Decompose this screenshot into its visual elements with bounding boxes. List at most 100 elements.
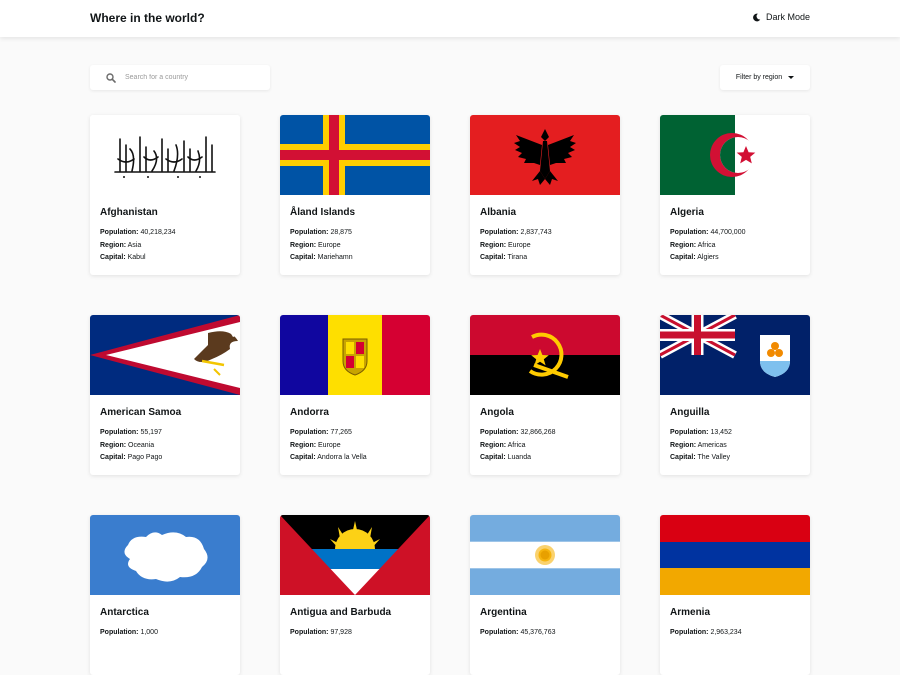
capital-info: Capital: Kabul — [100, 254, 146, 261]
country-card[interactable]: Anguilla Population: 13,452 Region: Amer… — [660, 315, 810, 475]
country-card[interactable]: Albania Population: 2,837,743 Region: Eu… — [470, 115, 620, 275]
albania-flag — [470, 115, 620, 195]
armenia-flag — [660, 515, 810, 595]
population-info: Population: 32,866,268 — [480, 429, 556, 436]
country-card[interactable]: Afghanistan Population: 40,218,234 Regio… — [90, 115, 240, 275]
population-info: Population: 55,197 — [100, 429, 162, 436]
region-filter-label: Filter by region — [735, 74, 783, 81]
capital-value: Tirana — [507, 254, 528, 261]
capital-label: Capital: — [670, 454, 696, 461]
country-name: Anguilla — [670, 407, 710, 418]
country-name: Antarctica — [100, 607, 149, 618]
population-value: 2,963,234 — [710, 629, 742, 636]
country-card[interactable]: Angola Population: 32,866,268 Region: Af… — [470, 315, 620, 475]
country-card[interactable]: Antarctica Population: 1,000 — [90, 515, 240, 675]
population-label: Population: — [100, 229, 139, 236]
capital-info: Capital: Algiers — [670, 254, 719, 261]
region-label: Region: — [290, 442, 317, 449]
dark-mode-toggle[interactable]: Dark Mode — [752, 12, 810, 22]
region-value: Asia — [127, 242, 142, 249]
population-info: Population: 97,928 — [290, 629, 352, 636]
region-label: Region: — [670, 442, 697, 449]
population-value: 2,837,743 — [520, 229, 552, 236]
population-label: Population: — [480, 229, 519, 236]
population-info: Population: 13,452 — [670, 429, 732, 436]
capital-label: Capital: — [480, 254, 506, 261]
country-card[interactable]: Argentina Population: 45,376,763 — [470, 515, 620, 675]
capital-value: The Valley — [697, 454, 731, 461]
country-card[interactable]: Åland Islands Population: 28,875 Region:… — [280, 115, 430, 275]
population-label: Population: — [670, 229, 709, 236]
country-name: American Samoa — [100, 407, 182, 418]
population-info: Population: 28,875 — [290, 229, 352, 236]
country-card[interactable]: Armenia Population: 2,963,234 — [660, 515, 810, 675]
population-label: Population: — [100, 629, 139, 636]
capital-info: Capital: Pago Pago — [100, 454, 162, 461]
population-label: Population: — [290, 629, 329, 636]
region-info: Region: Africa — [480, 442, 526, 449]
antigua-flag — [280, 515, 430, 595]
moon-icon — [753, 13, 761, 21]
population-info: Population: 40,218,234 — [100, 229, 176, 236]
american-samoa-flag — [90, 315, 240, 395]
region-value: Americas — [697, 442, 727, 449]
search-input[interactable] — [125, 74, 255, 81]
region-info: Region: Europe — [290, 442, 341, 449]
region-value: Europe — [318, 442, 341, 449]
region-label: Region: — [670, 242, 697, 249]
region-value: Oceania — [128, 442, 155, 449]
search-icon — [106, 72, 116, 83]
population-value: 40,218,234 — [140, 229, 176, 236]
argentina-flag — [470, 515, 620, 595]
region-label: Region: — [290, 242, 317, 249]
country-name: Albania — [480, 207, 517, 218]
region-value: Europe — [508, 242, 531, 249]
dark-mode-label: Dark Mode — [765, 12, 810, 22]
afghanistan-flag — [90, 115, 240, 195]
population-value: 32,866,268 — [520, 429, 556, 436]
region-label: Region: — [100, 442, 127, 449]
angola-flag — [470, 315, 620, 395]
country-card[interactable]: Antigua and Barbuda Population: 97,928 — [280, 515, 430, 675]
country-name: Argentina — [480, 607, 527, 618]
antarctica-flag — [90, 515, 240, 595]
capital-label: Capital: — [290, 454, 316, 461]
population-value: 55,197 — [140, 429, 162, 436]
capital-label: Capital: — [480, 454, 506, 461]
country-card[interactable]: Algeria Population: 44,700,000 Region: A… — [660, 115, 810, 275]
population-info: Population: 77,265 — [290, 429, 352, 436]
capital-label: Capital: — [670, 254, 696, 261]
region-info: Region: Asia — [100, 242, 141, 249]
country-name: Angola — [480, 407, 514, 418]
population-label: Population: — [290, 429, 329, 436]
capital-value: Algiers — [697, 254, 719, 261]
population-value: 1,000 — [140, 629, 158, 636]
app-title: Where in the world? — [90, 11, 205, 25]
app-header: Where in the world? Dark Mode — [0, 0, 900, 37]
population-value: 13,452 — [710, 429, 732, 436]
region-filter-dropdown[interactable]: Filter by region — [720, 65, 810, 90]
region-info: Region: Americas — [670, 442, 727, 449]
capital-value: Andorra la Vella — [317, 454, 367, 461]
population-label: Population: — [480, 429, 519, 436]
region-value: Africa — [507, 442, 526, 449]
capital-value: Kabul — [127, 254, 146, 261]
capital-value: Luanda — [507, 454, 531, 461]
country-name: Armenia — [670, 607, 711, 618]
aland-flag — [280, 115, 430, 195]
capital-info: Capital: The Valley — [670, 454, 730, 461]
population-info: Population: 45,376,763 — [480, 629, 556, 636]
chevron-down-icon — [788, 76, 795, 79]
population-label: Population: — [100, 429, 139, 436]
country-card[interactable]: American Samoa Population: 55,197 Region… — [90, 315, 240, 475]
search-box[interactable] — [90, 65, 270, 90]
population-label: Population: — [670, 629, 709, 636]
population-info: Population: 2,963,234 — [670, 629, 742, 636]
country-name: Antigua and Barbuda — [290, 607, 392, 618]
country-card[interactable]: Andorra Population: 77,265 Region: Europ… — [280, 315, 430, 475]
population-label: Population: — [670, 429, 709, 436]
region-info: Region: Oceania — [100, 442, 154, 449]
andorra-flag — [280, 315, 430, 395]
population-label: Population: — [290, 229, 329, 236]
country-name: Andorra — [290, 407, 329, 418]
